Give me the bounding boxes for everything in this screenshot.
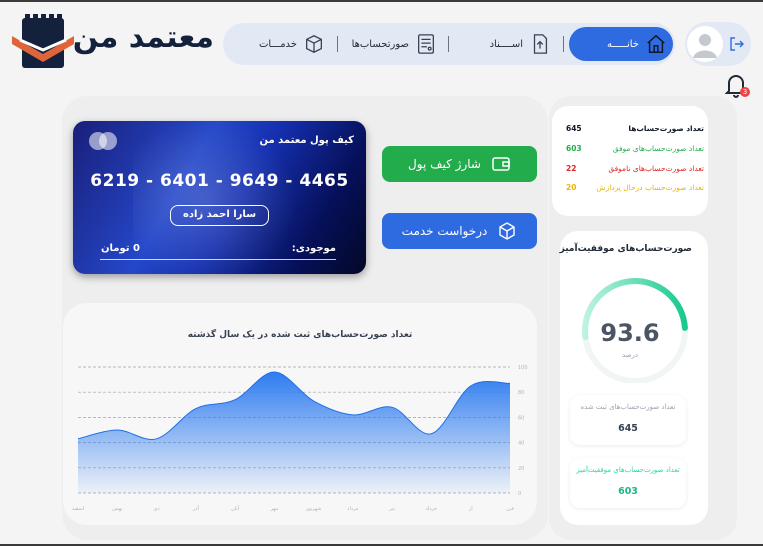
nav-services[interactable]: خدمـــات: [247, 27, 325, 61]
request-service-label: درخواست خدمت: [401, 224, 488, 238]
x-tick-label: مرداد: [347, 506, 359, 512]
data-point: [391, 406, 393, 408]
data-point: [195, 408, 197, 410]
stat-pending: تعداد صورت‌حساب درحال پردازش 20: [564, 183, 704, 197]
y-tick-label: 20: [518, 466, 524, 472]
successful-count-card: تعداد صورت‌حساب‌های موفقیت‌آمیز 603: [570, 458, 686, 508]
request-service-button[interactable]: درخواست خدمت: [382, 213, 537, 249]
balance-value: 0 تومان: [101, 243, 140, 254]
card-number: 6219 - 6401 - 9649 - 4465: [90, 171, 349, 191]
success-unit: درصد: [621, 351, 639, 359]
nav-invoices[interactable]: صورتحساب‌ها: [351, 27, 437, 61]
invoice-icon: [418, 34, 434, 54]
stat-failed-label: تعداد صورت‌حساب‌های ناموفق: [608, 164, 704, 173]
notification-badge: 3: [740, 87, 750, 97]
successful-label: تعداد صورت‌حساب‌های موفقیت‌آمیز: [576, 466, 680, 474]
x-tick-label: اسفند: [72, 506, 84, 512]
user-box: [685, 22, 751, 66]
stat-total-label: تعداد صورت‌حساب‌ها: [628, 124, 704, 133]
stat-total: تعداد صورت‌حساب‌ها 645: [564, 124, 704, 138]
nav-divider: [448, 36, 449, 52]
stat-success-value: 603: [566, 144, 582, 153]
data-point: [273, 371, 275, 373]
balance-divider: [100, 259, 336, 260]
data-point: [116, 429, 118, 431]
x-tick-label: آذر: [192, 505, 200, 512]
nav-divider: [337, 36, 338, 52]
brand-name: معتمد من: [72, 20, 214, 55]
stat-pending-label: تعداد صورت‌حساب درحال پردازش: [596, 183, 704, 192]
successful-value: 603: [618, 486, 638, 497]
card-brand-icon: [89, 132, 119, 150]
avatar[interactable]: [687, 26, 723, 62]
area-chart: 100 80 60 40 20 0 اسفند بهمن دی آذر آبان مهر شهریور م…: [72, 365, 528, 512]
x-tick-label: شهریور: [305, 506, 322, 512]
box-icon: [306, 35, 322, 53]
data-point: [234, 399, 236, 401]
data-point: [313, 400, 315, 402]
x-tick-label: فرر: [505, 506, 514, 512]
x-tick-label: تیر: [388, 506, 395, 512]
nav-home[interactable]: خانـــــه: [569, 27, 673, 61]
logout-icon[interactable]: [729, 36, 745, 52]
home-icon: [647, 34, 665, 53]
y-tick-label: 0: [518, 491, 521, 497]
nav-invoices-label: صورتحساب‌ها: [351, 38, 409, 50]
nav-services-label: خدمـــات: [258, 38, 297, 50]
stat-failed: تعداد صورت‌حساب‌های ناموفق 22: [564, 164, 704, 178]
registered-label: تعداد صورت‌حساب‌های ثبت شده: [580, 403, 676, 411]
x-tick-label: آبان: [231, 505, 240, 512]
x-tick-label: دی: [153, 506, 159, 512]
nav-home-label: خانـــــه: [606, 38, 639, 50]
document-upload-icon: [533, 34, 548, 54]
wallet-card: کیف پول معتمد من 6219 - 6401 - 9649 - 44…: [73, 121, 366, 274]
data-point: [470, 385, 472, 387]
nav-documents-label: اســــناد: [489, 38, 523, 50]
invoice-chart-card: تعداد صورت‌حساب‌های ثبت شده در یک سال گذ…: [63, 303, 537, 525]
success-rate-card: صورت‌حساب‌های موفقیت‌آمیز 93.6 درصد تعدا…: [560, 231, 708, 525]
success-percent: 93.6: [600, 319, 660, 347]
user-icon: [693, 34, 717, 58]
logo-icon: [12, 14, 74, 68]
wallet-title: کیف پول معتمد من: [259, 135, 354, 146]
main-nav: خدمـــات صورتحساب‌ها اســــناد خانـــــه: [223, 23, 675, 65]
x-tick-label: مهر: [269, 506, 278, 512]
wallet-icon: [492, 157, 510, 171]
data-point: [352, 414, 354, 416]
y-tick-label: 60: [518, 415, 524, 421]
data-point: [156, 438, 158, 440]
nav-divider: [563, 36, 564, 52]
success-title: صورت‌حساب‌های موفقیت‌آمیز: [559, 244, 692, 254]
charge-wallet-button[interactable]: شارژ کیف پول: [382, 146, 537, 182]
data-point: [509, 382, 511, 384]
registered-value: 645: [618, 423, 638, 434]
balance-label: موجودی:: [291, 243, 336, 254]
stat-success: تعداد صورت‌حساب‌های موفق 603: [564, 144, 704, 158]
invoice-stats-card: تعداد صورت‌حساب‌ها 645 تعداد صورت‌حساب‌ه…: [552, 106, 708, 216]
y-tick-label: 40: [518, 441, 524, 447]
y-tick-label: 80: [518, 390, 524, 396]
box-icon: [499, 222, 516, 240]
data-point: [77, 438, 79, 440]
registered-count-card: تعداد صورت‌حساب‌های ثبت شده 645: [570, 395, 686, 445]
area-series: [78, 372, 510, 493]
stat-pending-value: 20: [566, 183, 577, 192]
stat-success-label: تعداد صورت‌حساب‌های موفق: [612, 144, 704, 153]
x-tick-label: خرداد: [426, 506, 438, 512]
y-tick-label: 100: [518, 365, 528, 371]
card-holder: سارا احمد زاده: [170, 205, 269, 226]
data-point: [430, 433, 432, 435]
stat-total-value: 645: [566, 124, 582, 133]
x-tick-label: بهمن: [112, 506, 122, 512]
stat-failed-value: 22: [566, 164, 577, 173]
nav-documents[interactable]: اســــناد: [471, 27, 551, 61]
charge-wallet-label: شارژ کیف پول: [408, 157, 481, 171]
x-tick-label: ار: [468, 506, 473, 512]
